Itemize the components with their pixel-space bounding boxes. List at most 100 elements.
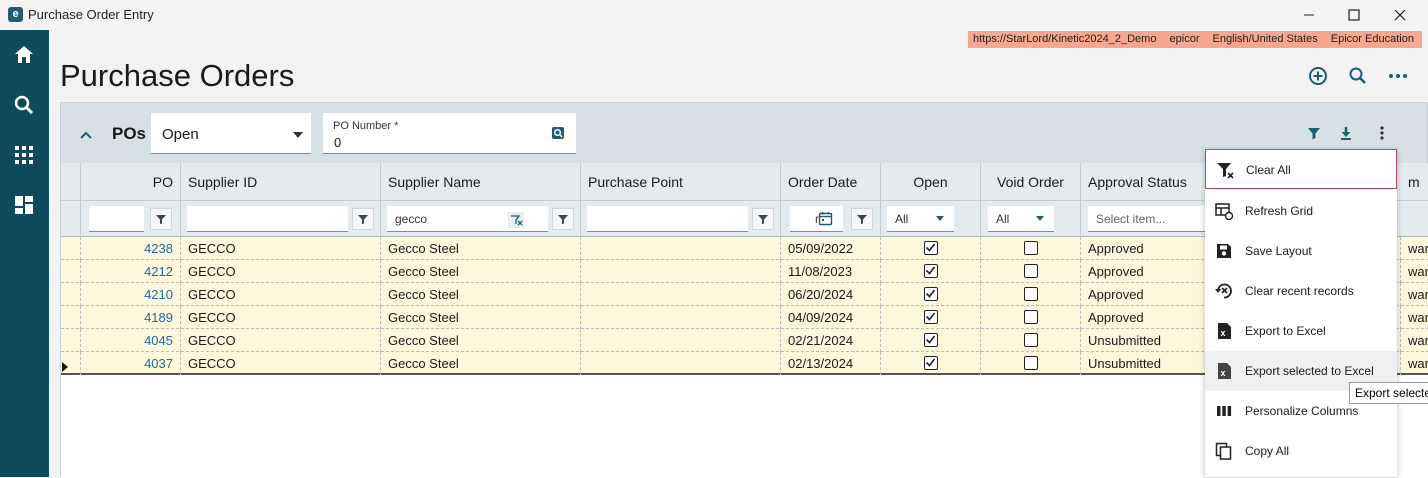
row-indicator[interactable] [61,283,81,306]
order-date-filter-input[interactable]: r [790,206,843,232]
checkbox-unchecked-icon[interactable] [1024,333,1038,347]
void-filter-select[interactable]: All [988,206,1054,232]
cell-supplier-id: GECCO [181,283,381,306]
checkbox-checked-icon[interactable] [924,287,938,301]
row-indicator[interactable] [61,260,81,283]
status-dropdown[interactable]: Open [151,113,311,154]
more-options-icon[interactable] [1387,65,1409,87]
current-row-indicator-icon [61,360,69,372]
checkbox-unchecked-icon[interactable] [1024,264,1038,278]
clear-filter-icon[interactable] [508,212,524,228]
apps-grid-icon[interactable] [12,143,36,167]
checkbox-checked-icon[interactable] [924,310,938,324]
menu-item-clear-recent-records[interactable]: Clear recent records [1205,271,1397,311]
menu-item-label: Refresh Grid [1245,204,1314,218]
menu-item-label: Export selected to Excel [1245,364,1374,378]
copy-icon [1214,441,1234,461]
cell-po[interactable]: 4212 [81,260,181,283]
svg-text:x: x [1221,328,1226,338]
grid-options-menu: Clear All Refresh Grid Save Layout Clear… [1205,149,1397,477]
checkbox-checked-icon[interactable] [924,241,938,255]
cell-open [881,283,981,306]
cell-po[interactable]: 4189 [81,306,181,329]
column-header-order-date[interactable]: Order Date [781,163,881,201]
row-indicator[interactable] [61,237,81,260]
checkbox-unchecked-icon[interactable] [1024,287,1038,301]
column-header-open[interactable]: Open [881,163,981,201]
close-button[interactable] [1377,0,1423,30]
cell-supplier-name: Gecco Steel [381,306,581,329]
cell-supplier-id: GECCO [181,260,381,283]
calendar-icon[interactable] [818,211,833,231]
add-new-icon[interactable] [1307,65,1329,87]
cell-po[interactable]: 4045 [81,329,181,352]
menu-item-save-layout[interactable]: Save Layout [1205,231,1397,271]
row-indicator[interactable] [61,329,81,352]
checkbox-checked-icon[interactable] [924,356,938,370]
checkbox-unchecked-icon[interactable] [1024,241,1038,255]
checkbox-checked-icon[interactable] [924,333,938,347]
filter-icon[interactable] [752,208,774,230]
chevron-down-icon [936,216,944,221]
window-titlebar: e Purchase Order Entry [0,0,1428,30]
menu-item-clear-all[interactable]: Clear All [1205,149,1397,189]
svg-text:x: x [1221,368,1226,378]
column-header-void-order[interactable]: Void Order [981,163,1081,201]
status-dropdown-value: Open [162,126,199,143]
company-name: Epicor Education [1330,33,1414,45]
right-edge-scrollbar[interactable] [1420,170,1428,477]
column-header-supplier-name[interactable]: Supplier Name [381,163,581,201]
cell-supplier-id: GECCO [181,306,381,329]
cell-po[interactable]: 4210 [81,283,181,306]
download-icon[interactable] [1338,125,1354,146]
context-info-bar: https://StarLord/Kinetic2024_2_Demo epic… [968,31,1422,48]
dashboard-icon[interactable] [12,193,36,217]
app-logo-icon: e [8,7,23,22]
filter-icon[interactable] [851,208,873,230]
cell-po[interactable]: 4238 [81,237,181,260]
panel-title: POs [112,124,147,143]
search-icon[interactable] [12,93,36,117]
checkbox-checked-icon[interactable] [924,264,938,278]
cell-order-date: 06/20/2024 [781,283,881,306]
cell-open [881,237,981,260]
cell-open [881,260,981,283]
minimize-button[interactable] [1286,0,1332,30]
chevron-down-icon [1036,216,1044,221]
filter-icon[interactable] [150,208,172,230]
filter-icon[interactable] [552,208,574,230]
grid-filter-icon[interactable] [1306,125,1322,146]
cell-order-date: 11/08/2023 [781,260,881,283]
purchase-point-filter-input[interactable] [587,206,748,232]
server-url: https://StarLord/Kinetic2024_2_Demo [973,33,1157,45]
cell-po[interactable]: 4037 [81,352,181,375]
excel-icon: x [1214,321,1234,341]
checkbox-unchecked-icon[interactable] [1024,356,1038,370]
user-name: epicor [1169,33,1200,45]
filter-icon[interactable] [352,208,374,230]
column-header-po[interactable]: PO [81,163,181,201]
cell-supplier-id: GECCO [181,237,381,260]
column-header-supplier-id[interactable]: Supplier ID [181,163,381,201]
po-filter-input[interactable] [89,206,144,232]
cell-supplier-name: Gecco Steel [381,283,581,306]
open-filter-select[interactable]: All [887,206,954,232]
po-number-field[interactable]: PO Number * 0 [323,113,576,154]
row-indicator[interactable] [61,306,81,329]
home-icon[interactable] [12,43,36,67]
cell-open [881,329,981,352]
lookup-icon[interactable] [551,126,565,145]
checkbox-unchecked-icon[interactable] [1024,310,1038,324]
collapse-chevron-icon[interactable] [79,127,93,145]
supplier-id-filter-input[interactable] [187,206,348,232]
menu-item-copy-all[interactable]: Copy All [1205,431,1397,471]
menu-item-export-to-excel[interactable]: x Export to Excel [1205,311,1397,351]
maximize-button[interactable] [1331,0,1377,30]
menu-item-refresh-grid[interactable]: Refresh Grid [1205,191,1397,231]
grid-more-icon[interactable] [1374,125,1390,146]
page-search-icon[interactable] [1347,65,1369,87]
cell-supplier-name: Gecco Steel [381,329,581,352]
column-header-purchase-point[interactable]: Purchase Point [581,163,781,201]
cell-purchase-point [581,260,781,283]
cell-supplier-name: Gecco Steel [381,352,581,375]
